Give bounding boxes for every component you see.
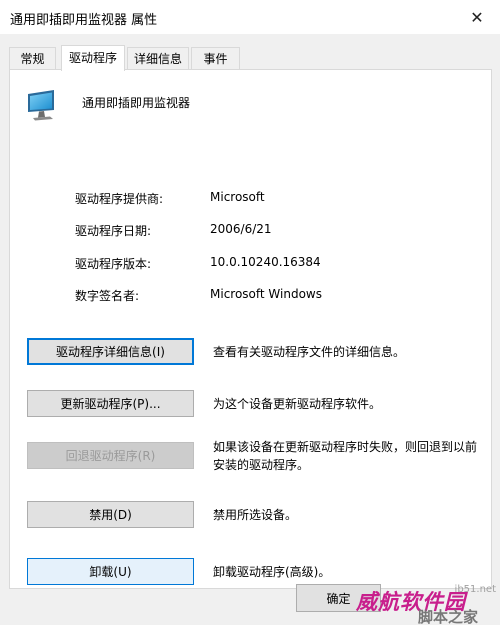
driver-details-button[interactable]: 驱动程序详细信息(I) xyxy=(27,338,194,365)
rollback-driver-description: 如果该设备在更新驱动程序时失败，则回退到以前安装的驱动程序。 xyxy=(213,440,478,472)
tab-label: 事件 xyxy=(203,52,228,66)
signer-label: 数字签名者: xyxy=(75,289,140,303)
driver-details-description: 查看有关驱动程序文件的详细信息。 xyxy=(213,345,406,359)
dialog-client-area: 常规 驱动程序 详细信息 事件 通用即插即用监视器 驱动程序提供商: Micro… xyxy=(0,34,500,625)
update-driver-button[interactable]: 更新驱动程序(P)... xyxy=(27,390,194,417)
version-value: 10.0.10240.16384 xyxy=(210,255,321,269)
signer-value: Microsoft Windows xyxy=(210,287,322,301)
button-label: 禁用(D) xyxy=(89,508,132,522)
monitor-icon xyxy=(28,90,54,121)
watermark: jb51.net 威航软件园 脚本之家 xyxy=(356,578,500,626)
window-title: 通用即插即用监视器 属性 xyxy=(10,13,158,28)
tab-details[interactable]: 详细信息 xyxy=(127,47,189,69)
provider-value: Microsoft xyxy=(210,190,265,204)
uninstall-driver-button[interactable]: 卸载(U) xyxy=(27,558,194,585)
tab-events[interactable]: 事件 xyxy=(191,47,240,69)
device-name: 通用即插即用监视器 xyxy=(82,96,191,110)
close-icon: ✕ xyxy=(470,7,484,27)
button-label: 卸载(U) xyxy=(89,565,132,579)
version-label: 驱动程序版本: xyxy=(75,257,152,271)
close-button[interactable]: ✕ xyxy=(454,0,500,34)
date-label: 驱动程序日期: xyxy=(75,224,152,238)
disable-device-button[interactable]: 禁用(D) xyxy=(27,501,194,528)
tab-general[interactable]: 常规 xyxy=(9,47,56,69)
watermark-site-name: 脚本之家 xyxy=(418,608,479,626)
tab-label: 驱动程序 xyxy=(68,51,117,65)
tab-label: 常规 xyxy=(20,52,45,66)
disable-device-description: 禁用所选设备。 xyxy=(213,508,298,522)
provider-label: 驱动程序提供商: xyxy=(75,192,164,206)
button-label: 驱动程序详细信息(I) xyxy=(56,345,165,359)
update-driver-description: 为这个设备更新驱动程序软件。 xyxy=(213,397,382,411)
button-label: 回退驱动程序(R) xyxy=(65,449,156,463)
rollback-driver-button[interactable]: 回退驱动程序(R) xyxy=(27,442,194,469)
driver-tab-panel: 通用即插即用监视器 驱动程序提供商: Microsoft 驱动程序日期: 200… xyxy=(9,69,492,589)
button-label: 确定 xyxy=(326,591,351,606)
tab-label: 详细信息 xyxy=(133,52,182,66)
tab-driver[interactable]: 驱动程序 xyxy=(61,45,125,71)
button-label: 更新驱动程序(P)... xyxy=(60,397,161,411)
title-bar: 通用即插即用监视器 属性 ✕ xyxy=(0,0,500,34)
date-value: 2006/6/21 xyxy=(210,222,272,236)
